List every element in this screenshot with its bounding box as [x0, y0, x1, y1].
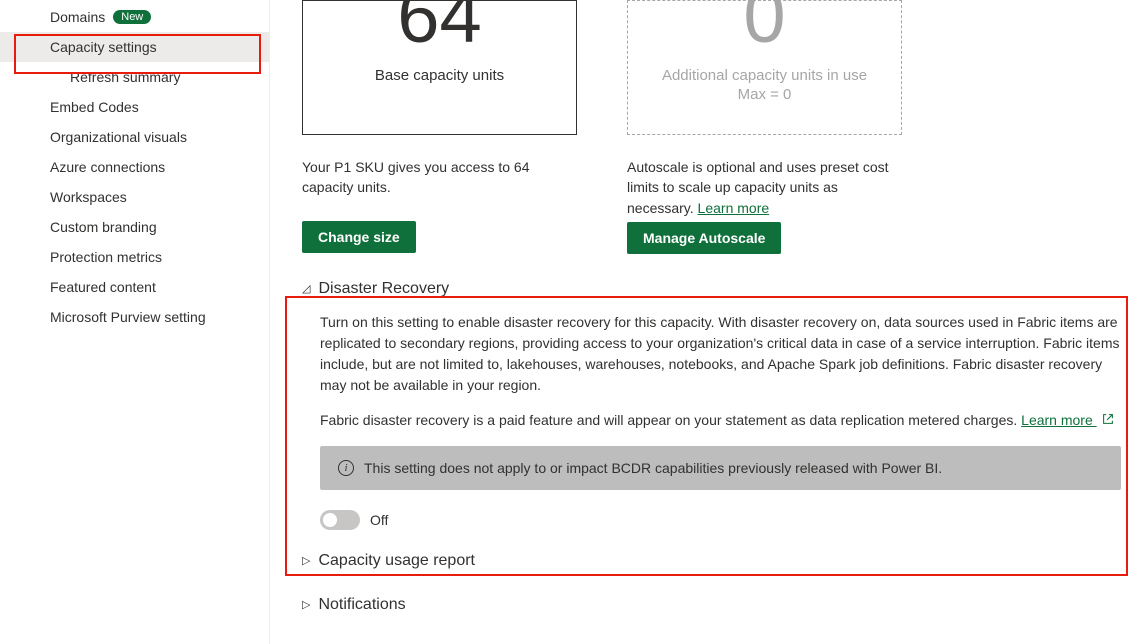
capacity-usage-report-section: ▷ Capacity usage report [302, 548, 1121, 574]
sidebar-item-label: Refresh summary [70, 69, 180, 85]
capacity-usage-report-header[interactable]: ▷ Capacity usage report [302, 548, 1121, 574]
dr-info-banner: i This setting does not apply to or impa… [320, 446, 1121, 490]
section-title: Disaster Recovery [318, 280, 449, 298]
expanded-icon: ◿ [302, 282, 310, 295]
sidebar-item-label: Organizational visuals [50, 129, 187, 145]
external-link-icon [1101, 411, 1115, 432]
sidebar-item-azure-connections[interactable]: Azure connections [0, 152, 269, 182]
disaster-recovery-section: ◿ Disaster Recovery Turn on this setting… [302, 276, 1121, 530]
notifications-section: ▷ Notifications [302, 592, 1121, 618]
additional-capacity-value: 0 [743, 0, 785, 51]
base-capacity-desc: Your P1 SKU gives you access to 64 capac… [302, 157, 577, 217]
additional-capacity-max: Max = 0 [738, 86, 792, 103]
section-title: Notifications [318, 596, 405, 614]
sidebar-item-embed-codes[interactable]: Embed Codes [0, 92, 269, 122]
sidebar-item-label: Workspaces [50, 189, 127, 205]
sidebar-item-label: Azure connections [50, 159, 165, 175]
dr-description-2: Fabric disaster recovery is a paid featu… [320, 410, 1121, 432]
capacity-cards-row: 64 Base capacity units Your P1 SKU gives… [302, 0, 1121, 254]
sidebar-item-label: Embed Codes [50, 99, 139, 115]
notifications-header[interactable]: ▷ Notifications [302, 592, 1121, 618]
disaster-recovery-body: Turn on this setting to enable disaster … [302, 312, 1121, 530]
base-capacity-box: 64 Base capacity units [302, 0, 577, 135]
main-content: 64 Base capacity units Your P1 SKU gives… [270, 0, 1143, 644]
additional-capacity-box: 0 Additional capacity units in use Max =… [627, 0, 902, 135]
sidebar-item-microsoft-purview-setting[interactable]: Microsoft Purview setting [0, 302, 269, 332]
sidebar-item-custom-branding[interactable]: Custom branding [0, 212, 269, 242]
dr-banner-text: This setting does not apply to or impact… [364, 460, 942, 476]
collapsed-icon: ▷ [302, 598, 310, 611]
sidebar: Domains New Capacity settings Refresh su… [0, 0, 270, 644]
new-badge: New [113, 10, 151, 24]
change-size-button[interactable]: Change size [302, 221, 416, 253]
toggle-knob [323, 513, 337, 527]
dr-toggle-label: Off [370, 512, 388, 528]
sidebar-item-featured-content[interactable]: Featured content [0, 272, 269, 302]
base-capacity-value: 64 [397, 0, 482, 51]
sidebar-item-label: Custom branding [50, 219, 157, 235]
dr-toggle-row: Off [320, 510, 1121, 530]
manage-autoscale-button[interactable]: Manage Autoscale [627, 222, 781, 254]
additional-capacity-label: Additional capacity units in use [662, 67, 867, 84]
info-icon: i [338, 460, 354, 476]
section-title: Capacity usage report [318, 552, 475, 570]
sidebar-item-protection-metrics[interactable]: Protection metrics [0, 242, 269, 272]
dr-toggle[interactable] [320, 510, 360, 530]
disaster-recovery-header[interactable]: ◿ Disaster Recovery [302, 276, 1121, 302]
additional-capacity-desc: Autoscale is optional and uses preset co… [627, 157, 902, 218]
sidebar-item-refresh-summary[interactable]: Refresh summary [0, 62, 269, 92]
dr-description-1: Turn on this setting to enable disaster … [320, 312, 1121, 396]
sidebar-item-organizational-visuals[interactable]: Organizational visuals [0, 122, 269, 152]
sidebar-item-label: Microsoft Purview setting [50, 309, 206, 325]
sidebar-item-label: Capacity settings [50, 39, 157, 55]
sidebar-item-domains[interactable]: Domains New [0, 2, 269, 32]
dr-learn-more-link[interactable]: Learn more [1021, 412, 1114, 428]
sidebar-item-label: Featured content [50, 279, 156, 295]
sidebar-item-label: Domains [50, 9, 105, 25]
additional-capacity-card: 0 Additional capacity units in use Max =… [627, 0, 902, 254]
autoscale-learn-more-link[interactable]: Learn more [698, 200, 770, 216]
base-capacity-card: 64 Base capacity units Your P1 SKU gives… [302, 0, 577, 254]
dr-paid-text: Fabric disaster recovery is a paid featu… [320, 412, 1021, 428]
sidebar-item-workspaces[interactable]: Workspaces [0, 182, 269, 212]
sidebar-item-label: Protection metrics [50, 249, 162, 265]
sidebar-item-capacity-settings[interactable]: Capacity settings [0, 32, 269, 62]
base-capacity-label: Base capacity units [375, 67, 504, 84]
collapsed-icon: ▷ [302, 554, 310, 567]
